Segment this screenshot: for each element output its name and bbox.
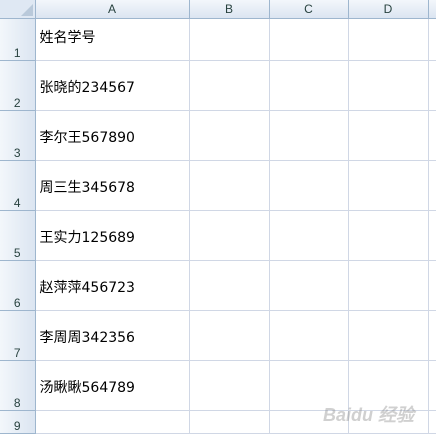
row-header-7[interactable]: 7	[0, 310, 36, 361]
cell-d4[interactable]	[348, 160, 429, 211]
column-header-e-partial[interactable]	[428, 0, 436, 19]
cell-e8[interactable]	[428, 360, 436, 411]
cell-c7[interactable]	[269, 310, 349, 361]
cell-a8-text: 汤瞅瞅564789	[39, 379, 135, 396]
cell-a7-text: 李周周342356	[39, 329, 135, 346]
row-6: 6 赵萍萍456723	[0, 260, 436, 311]
cell-e1[interactable]	[428, 18, 436, 61]
row-5: 5 王实力125689	[0, 210, 436, 261]
cell-d3[interactable]	[348, 110, 429, 161]
cell-e7[interactable]	[428, 310, 436, 361]
spreadsheet-grid: A B C D 1 姓名学号 2 张晓的234567 3 李尔王567890 4…	[0, 0, 436, 434]
row-header-2[interactable]: 2	[0, 60, 36, 111]
cell-a1-text: 姓名学号	[39, 29, 96, 46]
cell-e4[interactable]	[428, 160, 436, 211]
row-header-5[interactable]: 5	[0, 210, 36, 261]
cell-b7[interactable]	[189, 310, 270, 361]
select-all-corner[interactable]	[0, 0, 36, 19]
cell-a5[interactable]: 王实力125689	[35, 210, 190, 261]
cell-b6[interactable]	[189, 260, 270, 311]
cell-a7[interactable]: 李周周342356	[35, 310, 190, 361]
cell-b2[interactable]	[189, 60, 270, 111]
cell-b3[interactable]	[189, 110, 270, 161]
row-2: 2 张晓的234567	[0, 60, 436, 111]
cell-e3[interactable]	[428, 110, 436, 161]
row-4: 4 周三生345678	[0, 160, 436, 211]
cell-c3[interactable]	[269, 110, 349, 161]
cell-d5[interactable]	[348, 210, 429, 261]
row-1: 1 姓名学号	[0, 18, 436, 61]
row-3: 3 李尔王567890	[0, 110, 436, 161]
cell-b5[interactable]	[189, 210, 270, 261]
cell-d2[interactable]	[348, 60, 429, 111]
cell-c4[interactable]	[269, 160, 349, 211]
cell-e6[interactable]	[428, 260, 436, 311]
row-header-4[interactable]: 4	[0, 160, 36, 211]
row-header-1[interactable]: 1	[0, 18, 36, 61]
cell-e2[interactable]	[428, 60, 436, 111]
cell-d1[interactable]	[348, 18, 429, 61]
row-header-8[interactable]: 8	[0, 360, 36, 411]
row-header-9[interactable]: 9	[0, 410, 36, 434]
cell-a3[interactable]: 李尔王567890	[35, 110, 190, 161]
cell-a2-text: 张晓的234567	[39, 79, 135, 96]
cell-a2[interactable]: 张晓的234567	[35, 60, 190, 111]
cell-a6-text: 赵萍萍456723	[39, 279, 135, 296]
cell-d6[interactable]	[348, 260, 429, 311]
cell-c2[interactable]	[269, 60, 349, 111]
cell-a9[interactable]	[35, 410, 190, 434]
column-header-d[interactable]: D	[348, 0, 429, 19]
cell-b8[interactable]	[189, 360, 270, 411]
cell-a4[interactable]: 周三生345678	[35, 160, 190, 211]
row-7: 7 李周周342356	[0, 310, 436, 361]
cell-a5-text: 王实力125689	[39, 229, 135, 246]
column-header-row: A B C D	[0, 0, 436, 19]
cell-c1[interactable]	[269, 18, 349, 61]
cell-a6[interactable]: 赵萍萍456723	[35, 260, 190, 311]
select-all-triangle-icon	[20, 3, 33, 16]
cell-a3-text: 李尔王567890	[39, 129, 135, 146]
row-header-3[interactable]: 3	[0, 110, 36, 161]
cell-a1[interactable]: 姓名学号	[35, 18, 190, 61]
column-header-c[interactable]: C	[269, 0, 349, 19]
cell-a8[interactable]: 汤瞅瞅564789	[35, 360, 190, 411]
baidu-watermark: Baidu 经验	[322, 405, 414, 425]
cell-e5[interactable]	[428, 210, 436, 261]
cell-c5[interactable]	[269, 210, 349, 261]
row-header-6[interactable]: 6	[0, 260, 36, 311]
cell-b9[interactable]	[189, 410, 270, 434]
cell-a4-text: 周三生345678	[39, 179, 135, 196]
cell-d7[interactable]	[348, 310, 429, 361]
column-header-a[interactable]: A	[35, 0, 190, 19]
cell-b1[interactable]	[189, 18, 270, 61]
cell-b4[interactable]	[189, 160, 270, 211]
cell-c6[interactable]	[269, 260, 349, 311]
column-header-b[interactable]: B	[189, 0, 270, 19]
cell-e9[interactable]	[428, 410, 436, 434]
